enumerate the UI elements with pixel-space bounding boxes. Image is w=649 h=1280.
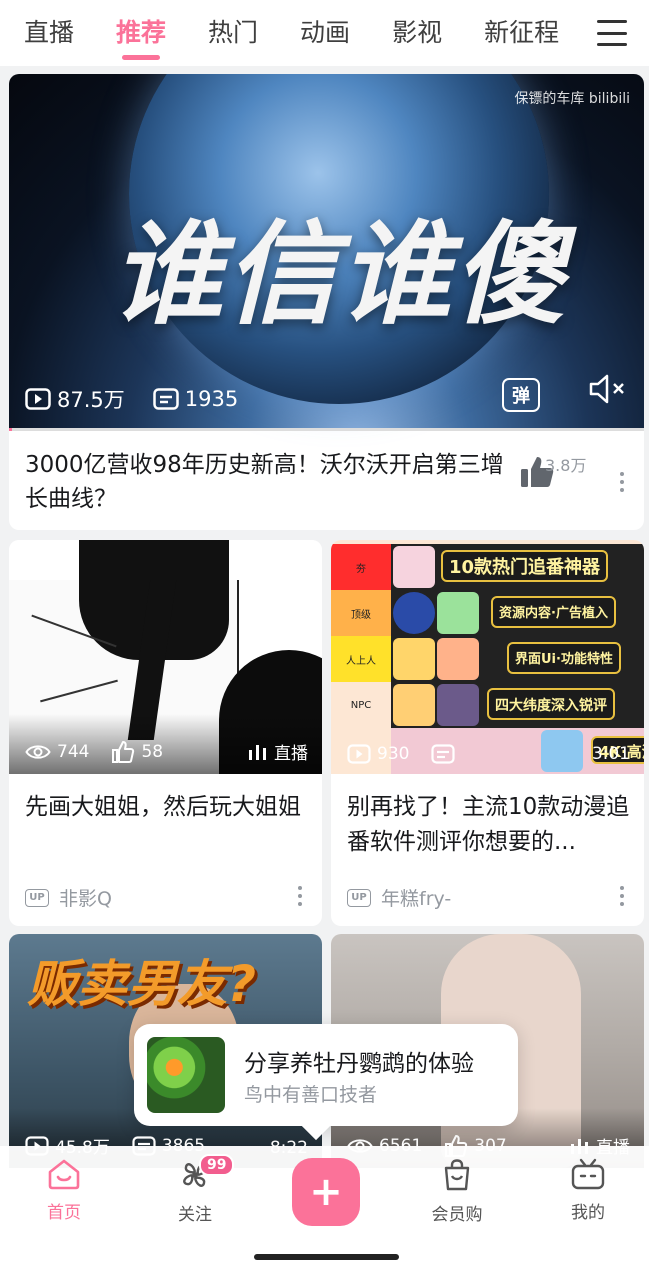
- tier-body: 四大纬度深入锐评: [391, 682, 644, 728]
- top-tab-bar: 直播 推荐 热门 动画 影视 新征程: [0, 0, 649, 66]
- home-icon: [48, 1159, 80, 1190]
- nav-label: 关注: [178, 1205, 212, 1225]
- anime-avatar: [541, 730, 583, 772]
- more-options-icon[interactable]: [297, 886, 303, 910]
- anime-avatar: [393, 684, 435, 726]
- video-chip: 四大纬度深入锐评: [487, 688, 615, 720]
- video-thumbnail[interactable]: 夯 10款热门追番神器 顶级 资源内容·广告植入 人上人 界面Ui·功能特性 N…: [331, 540, 644, 774]
- channel-watermark: 保镖的车库 bilibili: [514, 91, 630, 107]
- nav-label: 首页: [47, 1203, 81, 1223]
- nav-label: 会员购: [431, 1205, 483, 1225]
- anime-avatar: [437, 592, 479, 634]
- video-chip: 10款热门追番神器: [441, 550, 609, 582]
- video-title[interactable]: 先画大姐姐，然后玩大姐姐: [25, 790, 310, 825]
- video-card[interactable]: 夯 10款热门追番神器 顶级 资源内容·广告植入 人上人 界面Ui·功能特性 N…: [331, 540, 644, 926]
- tv-profile-icon: [571, 1158, 605, 1190]
- menu-icon[interactable]: [597, 20, 627, 46]
- toast-subtitle: 鸟中有善口技者: [244, 1084, 378, 1106]
- app-logo: [393, 592, 435, 634]
- more-options-icon[interactable]: [619, 886, 625, 910]
- view-count: 930: [377, 744, 410, 764]
- tab-anime[interactable]: 动画: [300, 0, 350, 66]
- video-thumbnail[interactable]: 谁信谁傻 保镖的车库 bilibili 87.5万 1935 弹: [9, 74, 644, 430]
- like-count: 58: [141, 742, 164, 762]
- thumbnail-overlay-title: 谁信谁傻: [111, 210, 567, 340]
- view-count: 744: [57, 742, 90, 762]
- tier-label: 夯: [331, 544, 391, 590]
- playback-progress: [9, 428, 644, 431]
- video-chip: 资源内容·广告植入: [491, 596, 616, 628]
- tier-label: 人上人: [331, 636, 391, 682]
- shop-bag-icon: [444, 1159, 470, 1191]
- mute-button[interactable]: [588, 372, 628, 410]
- play-count-icon: [347, 744, 371, 764]
- tier-label: NPC: [331, 682, 391, 728]
- tier-body: 10款热门追番神器: [391, 544, 644, 590]
- toast-thumbnail: [147, 1037, 225, 1113]
- anime-avatar: [437, 684, 479, 726]
- tier-body: 界面Ui·功能特性: [391, 636, 644, 682]
- video-stats: 930: [347, 744, 483, 764]
- featured-video-card[interactable]: 谁信谁傻 保镖的车库 bilibili 87.5万 1935 弹 3000亿营收…: [9, 74, 644, 530]
- category-tabs: 直播 推荐 热门 动画 影视 新征程: [0, 0, 590, 66]
- live-tag: 直播: [248, 739, 308, 764]
- tier-label: 顶级: [331, 590, 391, 636]
- nav-vip-shop[interactable]: 会员购: [417, 1158, 497, 1225]
- tab-live[interactable]: 直播: [24, 0, 74, 66]
- tab-movies[interactable]: 影视: [392, 0, 442, 66]
- tier-body: 资源内容·广告植入: [391, 590, 644, 636]
- video-stats: 744 58: [25, 740, 185, 764]
- video-duration: 3:01: [591, 744, 630, 764]
- publish-plus-button[interactable]: +: [292, 1158, 360, 1226]
- tier-row: 人上人 界面Ui·功能特性: [331, 636, 644, 682]
- nav-profile[interactable]: 我的: [548, 1158, 628, 1223]
- play-count-icon: [25, 388, 51, 410]
- muted-speaker-icon: [589, 374, 624, 404]
- up-badge: UP: [347, 888, 371, 907]
- nav-home[interactable]: 首页: [24, 1158, 104, 1223]
- notification-badge: 99: [199, 1154, 235, 1176]
- tier-row: 夯 10款热门追番神器: [331, 544, 644, 590]
- thumbs-up-outline-icon: [112, 741, 135, 763]
- tab-hot[interactable]: 热门: [208, 0, 258, 66]
- gesture-home-bar[interactable]: [254, 1254, 399, 1260]
- author-name[interactable]: 非影Q: [59, 884, 112, 911]
- up-badge: UP: [25, 888, 49, 907]
- video-title[interactable]: 3000亿营收98年历史新高！沃尔沃开启第三增长曲线？: [25, 448, 505, 516]
- anime-avatar: [393, 546, 435, 588]
- toast-title: 分享养牡丹鹦鹉的体验: [244, 1051, 474, 1077]
- anime-avatar: [393, 638, 435, 680]
- tab-recommend[interactable]: 推荐: [116, 0, 166, 66]
- app-root: 直播 推荐 热门 动画 影视 新征程 谁信谁傻 保镖的车库 bilibili 8…: [0, 0, 649, 1280]
- live-bars-icon: [249, 744, 266, 760]
- danmaku-toggle-button[interactable]: 弹: [502, 378, 540, 412]
- danmaku-count: 1935: [184, 387, 239, 411]
- tier-row: NPC 四大纬度深入锐评: [331, 682, 644, 728]
- author-name[interactable]: 年糕fry-: [381, 884, 451, 911]
- progress-fill: [9, 428, 13, 431]
- video-card[interactable]: 744 58 直播 先画大姐姐，然后玩大姐姐 UP 非影Q: [9, 540, 322, 926]
- recommendation-toast[interactable]: 分享养牡丹鹦鹉的体验 鸟中有善口技者: [134, 1024, 518, 1126]
- view-count: 87.5万: [57, 388, 125, 412]
- anime-avatar: [437, 638, 479, 680]
- video-title[interactable]: 别再找了！主流10款动漫追番软件测评你想要的...: [347, 790, 632, 860]
- live-label: 直播: [274, 744, 308, 764]
- danmaku-count-icon: [431, 744, 456, 764]
- nav-follow[interactable]: 99 关注: [155, 1154, 235, 1225]
- author-row[interactable]: UP 非影Q: [25, 884, 112, 911]
- video-thumbnail[interactable]: 744 58 直播: [9, 540, 322, 774]
- like-count: 3.8万: [545, 456, 587, 475]
- more-options-icon[interactable]: [619, 472, 625, 496]
- author-row[interactable]: UP 年糕fry-: [347, 884, 451, 911]
- thumbnail-overlay-title: 贩卖男友?: [27, 955, 257, 1013]
- danmaku-count-icon: [153, 388, 179, 410]
- tier-row: 顶级 资源内容·广告植入: [331, 590, 644, 636]
- video-chip: 界面Ui·功能特性: [507, 642, 621, 674]
- eye-icon: [25, 745, 51, 759]
- tab-new-journey[interactable]: 新征程: [484, 0, 559, 66]
- video-stats: 87.5万 1935: [25, 384, 266, 414]
- nav-label: 我的: [571, 1203, 605, 1223]
